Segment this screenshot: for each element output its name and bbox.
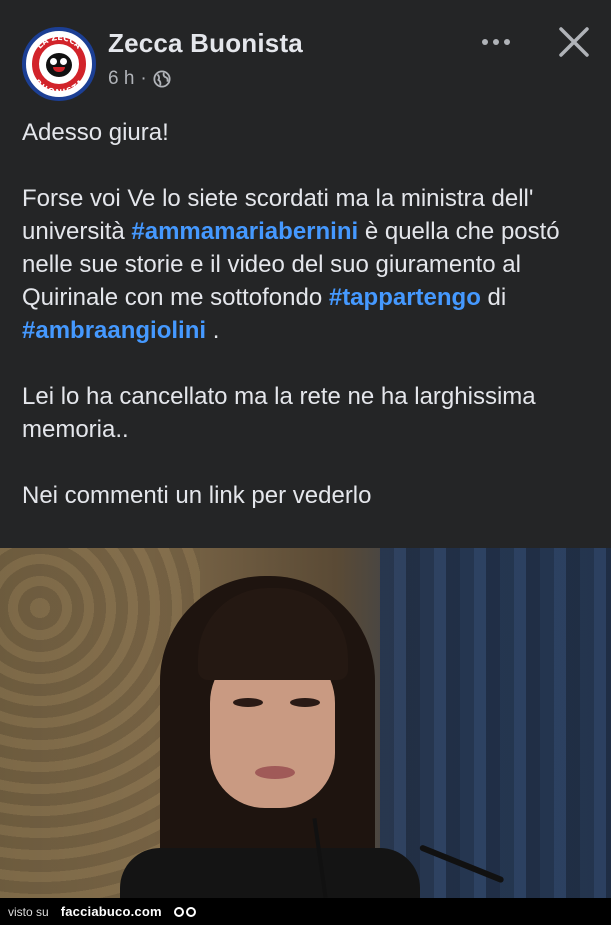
meta-separator: · bbox=[140, 68, 147, 89]
hashtag-link[interactable]: #ambraangiolini bbox=[22, 317, 206, 344]
post-header: LA ZECCA BUONISTA Zecca Buonista 6 h · bbox=[0, 0, 611, 108]
close-icon[interactable] bbox=[556, 24, 592, 60]
post-photo[interactable] bbox=[0, 548, 611, 898]
watermark-footer: visto su facciabuco.com bbox=[0, 898, 611, 925]
watermark-eyes-icon bbox=[173, 906, 196, 917]
post-paragraph-3: Lei lo ha cancellato ma la rete ne ha la… bbox=[22, 383, 536, 443]
post-text: Adesso giura! Forse voi Ve lo siete scor… bbox=[22, 116, 592, 512]
post-card: LA ZECCA BUONISTA Zecca Buonista 6 h · A… bbox=[0, 0, 611, 925]
post-paragraph-4: Nei commenti un link per vederlo bbox=[22, 482, 372, 509]
hashtag-link[interactable]: #ammamariabernini bbox=[131, 218, 358, 245]
page-name[interactable]: Zecca Buonista bbox=[108, 28, 303, 59]
post-paragraph-1: Adesso giura! bbox=[22, 119, 169, 146]
svg-text:BUONISTA: BUONISTA bbox=[32, 77, 86, 97]
post-meta: 6 h · bbox=[108, 68, 171, 90]
post-time[interactable]: 6 h bbox=[108, 68, 134, 90]
page-avatar[interactable]: LA ZECCA BUONISTA bbox=[22, 27, 96, 101]
avatar-logo-text: LA ZECCA BUONISTA bbox=[32, 33, 86, 97]
watermark-visto-su: visto su bbox=[8, 904, 49, 919]
watermark-brand: facciabuco.com bbox=[60, 904, 162, 919]
post-paragraph-2: Forse voi Ve lo siete scordati ma la min… bbox=[22, 185, 560, 344]
more-options-icon[interactable] bbox=[474, 28, 518, 56]
globe-icon bbox=[153, 70, 171, 88]
svg-text:LA ZECCA: LA ZECCA bbox=[35, 33, 84, 51]
hashtag-link[interactable]: #tappartengo bbox=[329, 284, 481, 311]
